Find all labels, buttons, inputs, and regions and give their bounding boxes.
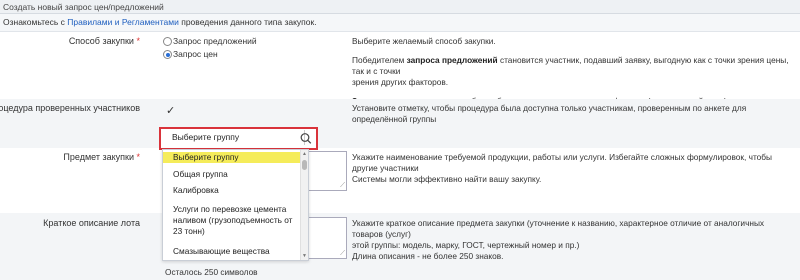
method-help: Выберите желаемый способ закупки. Победи… xyxy=(352,36,789,106)
radio-request-proposals[interactable] xyxy=(163,37,172,46)
page-title: Создать новый запрос цен/предложений xyxy=(3,2,164,12)
subject-row: Предмет закупки * Укажите наименование т… xyxy=(0,149,800,213)
verified-checkbox[interactable]: ✓ xyxy=(166,104,175,117)
group-option[interactable]: Калибровка xyxy=(163,185,308,196)
notice-suffix: проведения данного типа закупок. xyxy=(178,17,317,27)
group-search-input[interactable]: Выберите группу xyxy=(162,130,305,145)
dropdown-scrollbar[interactable]: ▲ ▼ xyxy=(300,150,308,260)
group-search[interactable]: Выберите группу xyxy=(159,127,318,150)
description-label: Краткое описание лота xyxy=(43,218,140,228)
group-option[interactable]: Общая группа xyxy=(163,169,308,180)
method-row: Способ закупки * Запрос предложений Запр… xyxy=(0,32,800,106)
search-icon xyxy=(300,133,312,144)
description-textarea[interactable]: ⟋ xyxy=(305,217,347,259)
char-counter: Осталось 250 символов xyxy=(165,267,258,277)
page-header: Создать новый запрос цен/предложений xyxy=(0,0,800,14)
verified-help: Установите отметку, чтобы процедура была… xyxy=(352,103,747,124)
group-option[interactable]: Выберите группу xyxy=(163,152,308,163)
rules-link[interactable]: Правилами и Регламентами xyxy=(67,17,179,27)
notice-prefix: Ознакомьтесь с xyxy=(3,17,68,27)
radio-label-proposals: Запрос предложений xyxy=(173,36,257,46)
group-dropdown[interactable]: Выберите группу Общая группа Калибровка … xyxy=(162,149,309,261)
rules-notice: Ознакомьтесь с Правилами и Регламентами … xyxy=(0,14,800,32)
radio-label-prices: Запрос цен xyxy=(173,49,218,59)
group-option[interactable]: Услуги по перевозке цемента наливом (гру… xyxy=(163,204,301,237)
resize-grip-icon[interactable]: ⟋ xyxy=(340,182,345,189)
search-button[interactable] xyxy=(296,129,316,148)
group-option[interactable]: Смазывающие вещества xyxy=(163,246,308,257)
method-label: Способ закупки * xyxy=(68,36,140,46)
verified-row: Процедура проверенных участников Установ… xyxy=(0,99,800,148)
scroll-up-icon[interactable]: ▲ xyxy=(301,151,308,157)
subject-help: Укажите наименование требуемой продукции… xyxy=(352,152,773,184)
radio-request-prices[interactable] xyxy=(163,50,172,59)
subject-textarea[interactable]: ⟋ xyxy=(305,151,347,191)
required-mark: * xyxy=(136,36,140,46)
required-mark: * xyxy=(136,152,140,162)
description-help: Укажите краткое описание предмета закупк… xyxy=(352,218,765,261)
resize-grip-icon[interactable]: ⟋ xyxy=(340,250,345,257)
subject-label: Предмет закупки * xyxy=(63,152,140,162)
description-row: Краткое описание лота Укажите краткое оп… xyxy=(0,213,800,280)
scroll-down-icon[interactable]: ▼ xyxy=(301,253,308,259)
scrollbar-thumb[interactable] xyxy=(302,160,307,170)
verified-label: Процедура проверенных участников xyxy=(0,103,140,113)
